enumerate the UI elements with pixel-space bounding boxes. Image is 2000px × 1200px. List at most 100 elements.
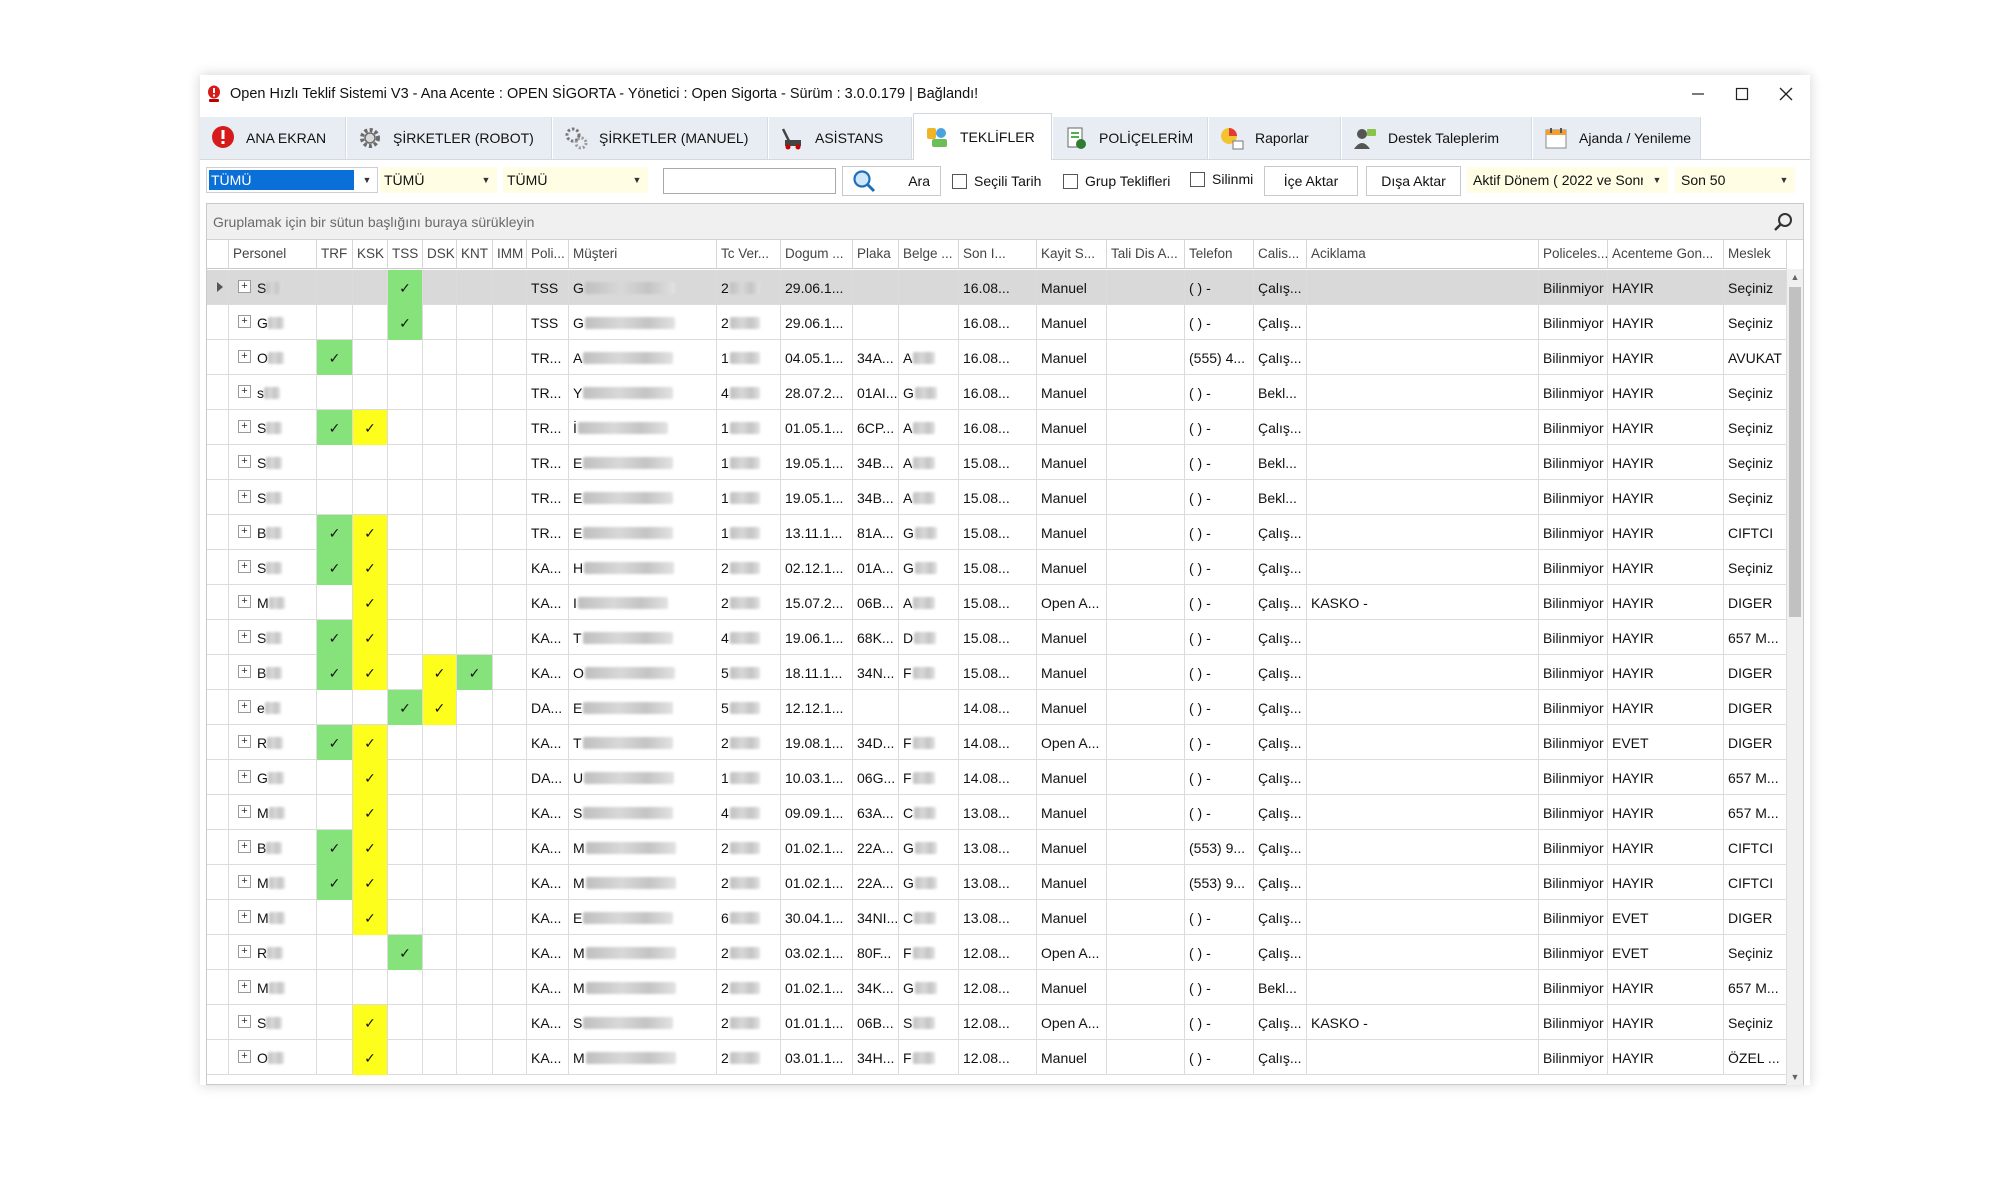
cell-acik[interactable]	[1307, 690, 1539, 725]
flag-cell-dsk[interactable]	[423, 270, 457, 305]
cell-personel[interactable]: + e	[229, 690, 317, 725]
import-button[interactable]: İçe Aktar	[1264, 166, 1358, 196]
cell-gon[interactable]: HAYIR	[1608, 515, 1724, 550]
cell-tel[interactable]: (553) 9...	[1185, 865, 1254, 900]
cell-m[interactable]: E	[569, 690, 717, 725]
cell-acik[interactable]	[1307, 550, 1539, 585]
flag-cell-ksk[interactable]: ✓	[353, 585, 388, 620]
table-row[interactable]: + M KA... M 2 01.02.1... 34K... G 12.08... Manuel…	[207, 970, 1787, 1005]
table-row[interactable]: + M ✓ ✓ KA... M 2 01.02.1... 22A... G 13.08... Manu…	[207, 865, 1787, 900]
cell-plaka[interactable]: 81A...	[853, 515, 899, 550]
flag-cell-tss[interactable]	[388, 795, 423, 830]
cell-acik[interactable]	[1307, 865, 1539, 900]
cell-poli[interactable]: KA...	[527, 900, 569, 935]
expand-row-icon[interactable]: +	[238, 1050, 251, 1063]
cell-poli[interactable]: KA...	[527, 725, 569, 760]
column-header[interactable]: Belge ...	[899, 240, 959, 269]
cell-dog[interactable]: 29.06.1...	[781, 270, 853, 305]
flag-cell-dsk[interactable]	[423, 375, 457, 410]
tab-teklifler[interactable]: TEKLİFLER	[913, 113, 1052, 160]
cell-belge[interactable]: C	[899, 795, 959, 830]
cell-acik[interactable]	[1307, 480, 1539, 515]
flag-cell-ksk[interactable]: ✓	[353, 515, 388, 550]
column-header[interactable]: Calis...	[1254, 240, 1307, 269]
flag-cell-trf[interactable]	[317, 1040, 353, 1075]
table-row[interactable]: + S ✓ ✓ KA... H 2 02.12.1... 01A... G 15.08... Manu…	[207, 550, 1787, 585]
flag-cell-tss[interactable]	[388, 340, 423, 375]
cell-kayit[interactable]: Manuel	[1037, 760, 1107, 795]
cell-kayit[interactable]: Open A...	[1037, 935, 1107, 970]
cell-acik[interactable]	[1307, 410, 1539, 445]
cell-kayit[interactable]: Manuel	[1037, 480, 1107, 515]
cell-poli[interactable]: TR...	[527, 445, 569, 480]
flag-cell-dsk[interactable]	[423, 340, 457, 375]
cell-personel[interactable]: + M	[229, 795, 317, 830]
cell-calis[interactable]: Çalış...	[1254, 305, 1307, 340]
cell-belge[interactable]: F	[899, 725, 959, 760]
cell-son[interactable]: 15.08...	[959, 445, 1037, 480]
cell-calis[interactable]: Çalış...	[1254, 340, 1307, 375]
close-button[interactable]	[1758, 75, 1810, 113]
cell-belge[interactable]: S	[899, 1005, 959, 1040]
flag-cell-imm[interactable]	[493, 760, 527, 795]
cell-poli[interactable]: DA...	[527, 760, 569, 795]
table-row[interactable]: + e ✓ ✓ DA... E 5 12.12.1... 14.08... Manuel( ) -…	[207, 690, 1787, 725]
cell-poli[interactable]: DA...	[527, 690, 569, 725]
flag-cell-tss[interactable]	[388, 585, 423, 620]
flag-cell-imm[interactable]	[493, 865, 527, 900]
flag-cell-knt[interactable]	[457, 830, 493, 865]
cell-m[interactable]: I	[569, 585, 717, 620]
cell-calis[interactable]: Çalış...	[1254, 865, 1307, 900]
flag-cell-ksk[interactable]: ✓	[353, 795, 388, 830]
cell-pol[interactable]: Bilinmiyor	[1539, 655, 1608, 690]
cell-personel[interactable]: + B	[229, 515, 317, 550]
export-button[interactable]: Dışa Aktar	[1366, 166, 1461, 196]
cell-tc[interactable]: 1	[717, 480, 781, 515]
cell-acik[interactable]	[1307, 725, 1539, 760]
cell-tel[interactable]: ( ) -	[1185, 725, 1254, 760]
flag-cell-tss[interactable]	[388, 760, 423, 795]
flag-cell-dsk[interactable]	[423, 410, 457, 445]
cell-meslek[interactable]: DIGER	[1724, 690, 1787, 725]
cell-acik[interactable]	[1307, 935, 1539, 970]
flag-cell-trf[interactable]: ✓	[317, 620, 353, 655]
cell-personel[interactable]: + S	[229, 620, 317, 655]
cell-personel[interactable]: + G	[229, 760, 317, 795]
cell-tali[interactable]	[1107, 585, 1185, 620]
search-button[interactable]: Ara	[842, 166, 941, 196]
flag-cell-knt[interactable]	[457, 795, 493, 830]
flag-cell-knt[interactable]	[457, 935, 493, 970]
column-header[interactable]: Aciklama	[1307, 240, 1539, 269]
cell-poli[interactable]: TR...	[527, 410, 569, 445]
cell-m[interactable]: S	[569, 795, 717, 830]
cell-kayit[interactable]: Manuel	[1037, 1040, 1107, 1075]
expand-row-icon[interactable]: +	[238, 840, 251, 853]
column-header[interactable]: Tc Ver...	[717, 240, 781, 269]
cell-tel[interactable]: ( ) -	[1185, 585, 1254, 620]
flag-cell-knt[interactable]	[457, 970, 493, 1005]
cell-meslek[interactable]: Seçiniz	[1724, 445, 1787, 480]
cell-tc[interactable]: 4	[717, 795, 781, 830]
cell-belge[interactable]: A	[899, 445, 959, 480]
cell-belge[interactable]: G	[899, 375, 959, 410]
cell-kayit[interactable]: Manuel	[1037, 550, 1107, 585]
cell-personel[interactable]: + G	[229, 305, 317, 340]
cell-poli[interactable]: TSS	[527, 305, 569, 340]
flag-cell-imm[interactable]	[493, 445, 527, 480]
flag-cell-trf[interactable]	[317, 270, 353, 305]
cell-acik[interactable]	[1307, 445, 1539, 480]
cell-tel[interactable]: ( ) -	[1185, 480, 1254, 515]
cell-belge[interactable]: G	[899, 830, 959, 865]
cell-tali[interactable]	[1107, 620, 1185, 655]
cell-acik[interactable]: KASKO -	[1307, 1005, 1539, 1040]
cell-pol[interactable]: Bilinmiyor	[1539, 585, 1608, 620]
tab-policelerim[interactable]: POLİÇELERİM	[1053, 117, 1208, 159]
flag-cell-imm[interactable]	[493, 410, 527, 445]
cell-gon[interactable]: EVET	[1608, 900, 1724, 935]
cell-dog[interactable]: 13.11.1...	[781, 515, 853, 550]
cell-tali[interactable]	[1107, 550, 1185, 585]
flag-cell-imm[interactable]	[493, 270, 527, 305]
cell-personel[interactable]: + s	[229, 375, 317, 410]
cell-tel[interactable]: ( ) -	[1185, 550, 1254, 585]
flag-cell-tss[interactable]	[388, 445, 423, 480]
